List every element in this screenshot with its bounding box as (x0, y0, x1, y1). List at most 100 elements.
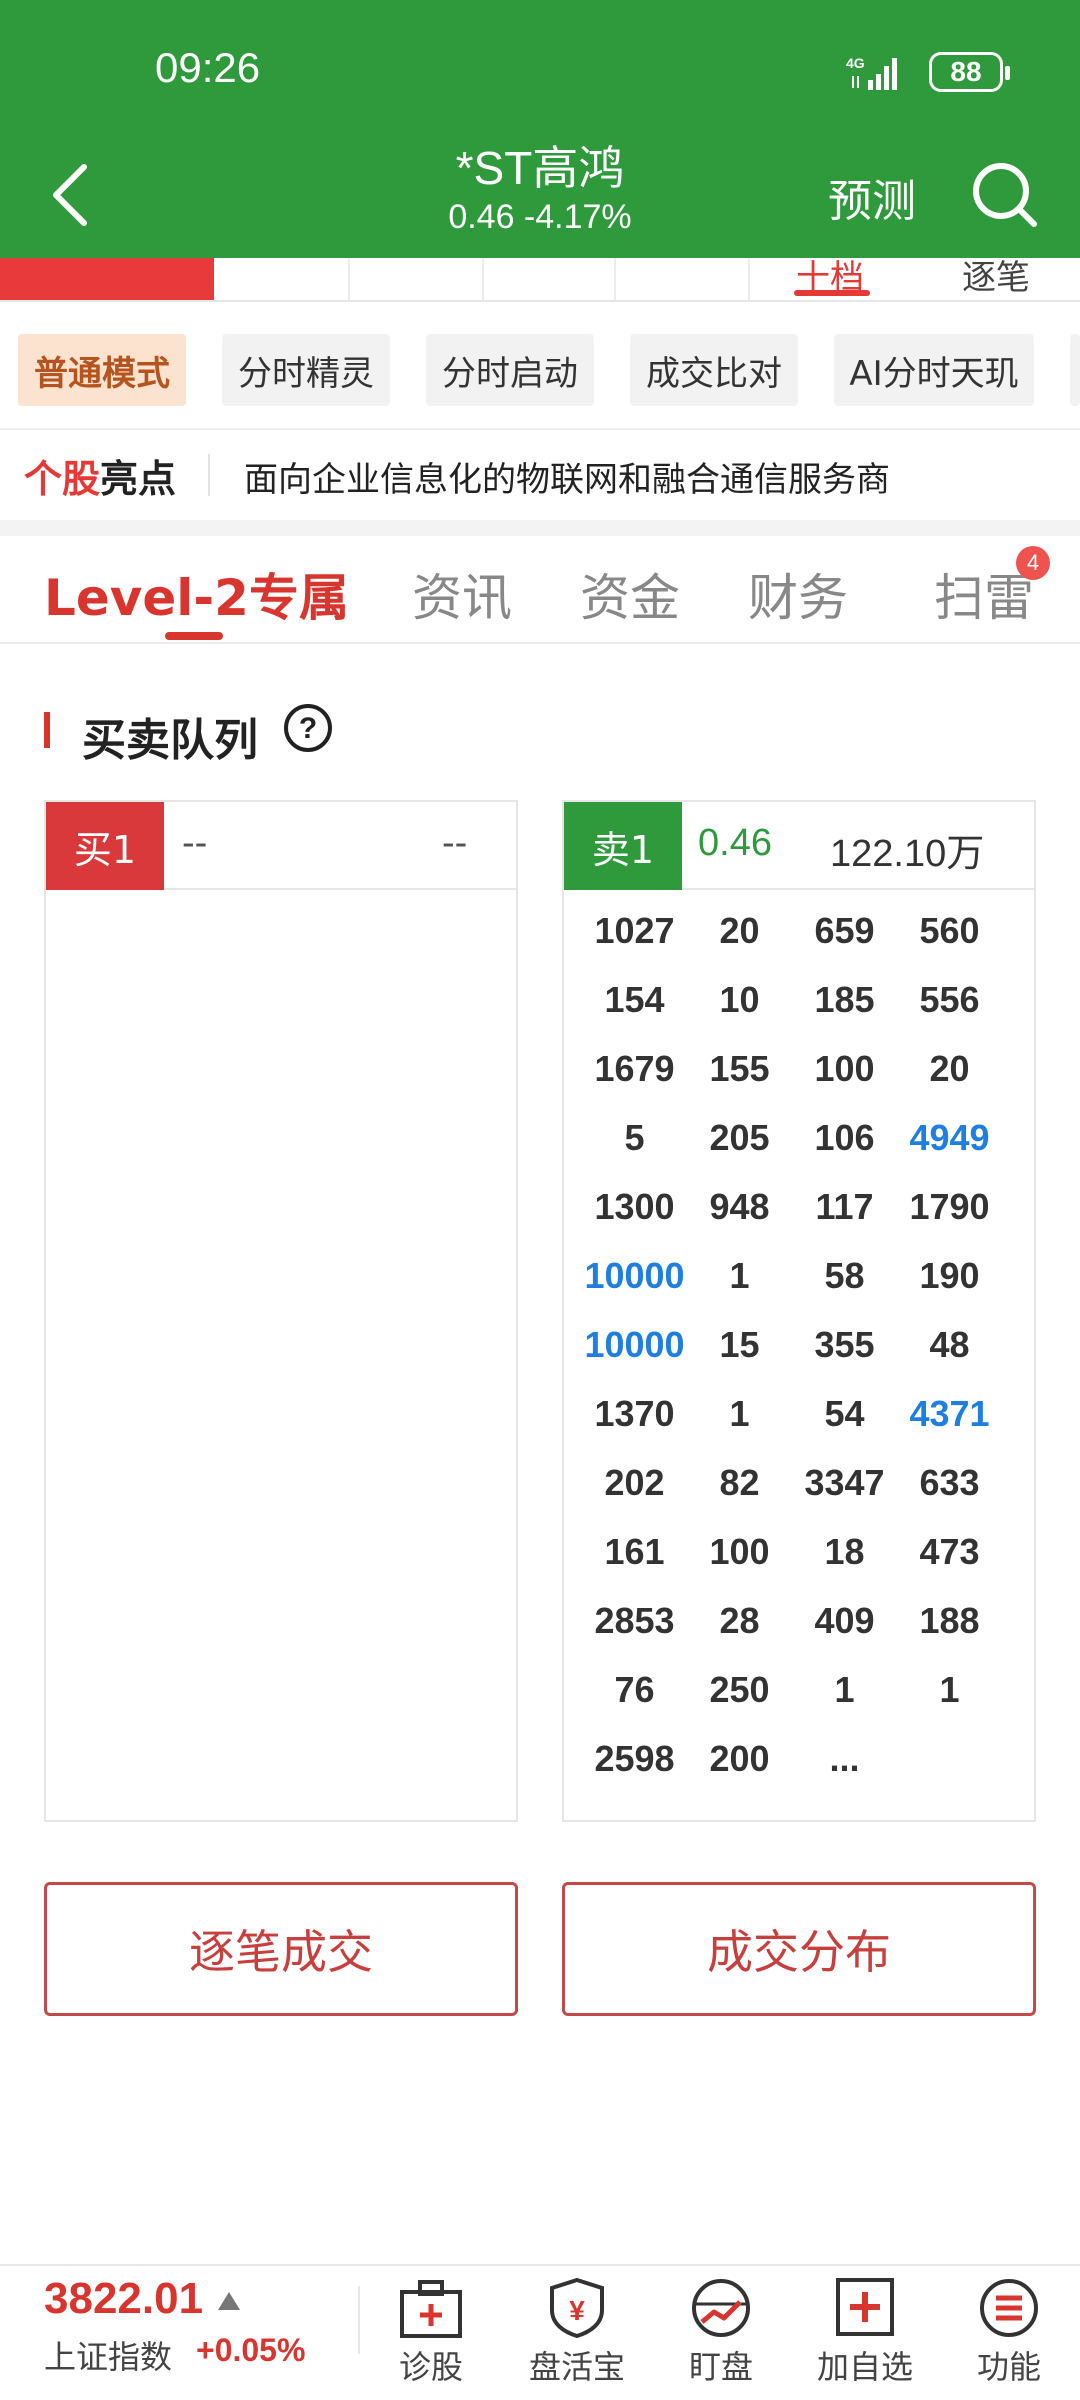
tab-news[interactable]: 资讯 (412, 558, 512, 630)
tick-trades-button[interactable]: 逐笔成交 (44, 1882, 518, 2016)
queue-row: 202 82 3347 633 (564, 1448, 1034, 1517)
queue-cell: 473 (919, 1530, 980, 1572)
queue-cell: 205 (709, 1116, 770, 1158)
nav-label: 诊股 (398, 2348, 463, 2386)
queue-cell: 5 (624, 1116, 645, 1158)
queue-cell: 948 (709, 1185, 770, 1227)
queue-row: 76 250 1 1 (564, 1655, 1034, 1724)
tab-tick-by-tick[interactable]: 逐笔 (962, 250, 1030, 299)
queue-cell: 28 (719, 1599, 760, 1641)
queue-cell: 155 (709, 1047, 770, 1089)
mode-chip-ai[interactable]: AI分时天玑 (834, 334, 1034, 406)
chart-circle-icon (692, 2279, 750, 2337)
buy-queue-panel: 买1 -- -- (44, 800, 518, 1822)
highlight-label-black: 亮点 (100, 457, 177, 501)
queue-row: 5 205 106 4949 (564, 1103, 1034, 1172)
nav-add-watchlist[interactable]: 加自选 (810, 2276, 920, 2396)
tab-funds[interactable]: 资金 (580, 558, 680, 630)
mode-chip-normal[interactable]: 普通模式 (18, 334, 186, 406)
trade-distribution-button[interactable]: 成交分布 (562, 1882, 1036, 2016)
buy-price: -- (182, 822, 208, 864)
sell-level-tag: 卖1 (564, 802, 682, 890)
queue-cell: 2853 (594, 1599, 675, 1641)
queue-cell: 190 (919, 1254, 980, 1296)
signal-icon (852, 58, 897, 90)
queue-cell: 1300 (594, 1185, 675, 1227)
queue-cell: 117 (815, 1185, 874, 1227)
queue-cell: 82 (719, 1461, 760, 1503)
kit-icon (400, 2280, 462, 2338)
strip-divider (482, 258, 484, 300)
index-change: +0.05% (196, 2332, 306, 2368)
menu-circle-icon (980, 2279, 1038, 2337)
queue-cell: 3347 (804, 1461, 885, 1503)
queue-row: 161 100 18 473 (564, 1517, 1034, 1586)
search-icon[interactable] (970, 160, 1040, 230)
queue-cell: 202 (604, 1461, 665, 1503)
sell-queue-panel: 卖1 0.46 122.10万 1027 20 659 560 154 10 185 556 1… (562, 800, 1036, 1822)
svg-text:?: ? (299, 712, 317, 745)
queue-cell: 154 (604, 978, 665, 1020)
nav-functions[interactable]: 功能 (954, 2276, 1064, 2396)
queue-cell: 58 (824, 1254, 865, 1296)
tab-level2[interactable]: Level-2专属 (44, 558, 349, 630)
mode-selector: 普通模式 分时精灵 分时启动 成交比对 AI分时天玑 (0, 302, 1080, 428)
stock-title[interactable]: *ST高鸿 0.46 -4.17% (340, 140, 740, 238)
nav-panhuobao[interactable]: ¥ 盘活宝 (522, 2276, 632, 2396)
highlight-text: 面向企业信息化的物联网和融合通信服务商 (244, 460, 890, 500)
mode-chip-sprite[interactable]: 分时精灵 (222, 334, 390, 406)
mode-chip-compare[interactable]: 成交比对 (630, 334, 798, 406)
queue-cell: 10000 (584, 1254, 685, 1296)
index-value[interactable]: 3822.01 (44, 2274, 203, 2324)
section-accent-bar (44, 712, 50, 748)
queue-cell: 2598 (594, 1737, 675, 1779)
queue-cell: 18 (824, 1530, 865, 1572)
tab-underline (165, 632, 223, 640)
queue-row: 1679 155 100 20 (564, 1034, 1034, 1103)
sell-queue-header: 卖1 0.46 122.10万 (564, 802, 1034, 890)
clock: 09:26 (155, 44, 261, 91)
mode-chip-start[interactable]: 分时启动 (426, 334, 594, 406)
queue-cell: 556 (919, 978, 980, 1020)
shield-yuan-icon: ¥ (550, 2277, 604, 2339)
back-button[interactable] (40, 155, 100, 235)
chart-strip: 十档 逐笔 (0, 258, 1080, 302)
section-gap (0, 520, 1080, 536)
queue-cell: 10 (719, 978, 760, 1020)
queue-cell: 10000 (584, 1323, 685, 1365)
buy-queue-header: 买1 -- -- (46, 802, 516, 890)
highlight-divider (208, 454, 210, 496)
predict-button[interactable]: 预测 (828, 165, 916, 229)
stock-highlight[interactable]: 个股亮点 面向企业信息化的物联网和融合通信服务商 (0, 430, 1080, 520)
queue-cell: 1790 (909, 1185, 990, 1227)
strip-divider (348, 258, 350, 300)
queue-row: 1300 948 117 1790 (564, 1172, 1034, 1241)
info-tabs: Level-2专属 资讯 资金 财务 扫雷 4 (0, 536, 1080, 644)
queue-cell: 185 (814, 978, 875, 1020)
queue-cell: 76 (614, 1668, 655, 1710)
strip-divider (748, 258, 750, 300)
stock-price-change: 0.46 -4.17% (448, 198, 632, 236)
queue-cell: 1 (834, 1668, 855, 1710)
tab-finance[interactable]: 财务 (748, 558, 848, 630)
queue-cell: 188 (919, 1599, 980, 1641)
svg-text:¥: ¥ (569, 2295, 585, 2326)
top-header: 09:26 4G 88 *ST高鸿 0.46 -4.17% 预测 (0, 0, 1080, 258)
nav-watch[interactable]: 盯盘 (666, 2276, 776, 2396)
queue-cell: 409 (814, 1599, 875, 1641)
queue-row: 1370 1 54 4371 (564, 1379, 1034, 1448)
notification-badge: 4 (1016, 546, 1050, 580)
help-icon[interactable]: ? (282, 702, 334, 754)
nav-label: 功能 (976, 2348, 1041, 2386)
nav-diagnose[interactable]: 诊股 (376, 2276, 486, 2396)
queue-row: 10000 1 58 190 (564, 1241, 1034, 1310)
queue-cell: 250 (709, 1668, 770, 1710)
mode-chip-more[interactable] (1070, 334, 1080, 406)
queue-cell: ... (829, 1737, 860, 1779)
buy-level-tag: 买1 (46, 802, 164, 890)
queue-cell: 1 (729, 1254, 750, 1296)
highlight-label: 个股亮点 (24, 448, 176, 503)
queue-cell: 15 (719, 1323, 760, 1365)
queue-cell: 20 (719, 909, 760, 951)
sell-queue-grid: 1027 20 659 560 154 10 185 556 1679 155 100 20 5 205 1… (564, 896, 1034, 1793)
